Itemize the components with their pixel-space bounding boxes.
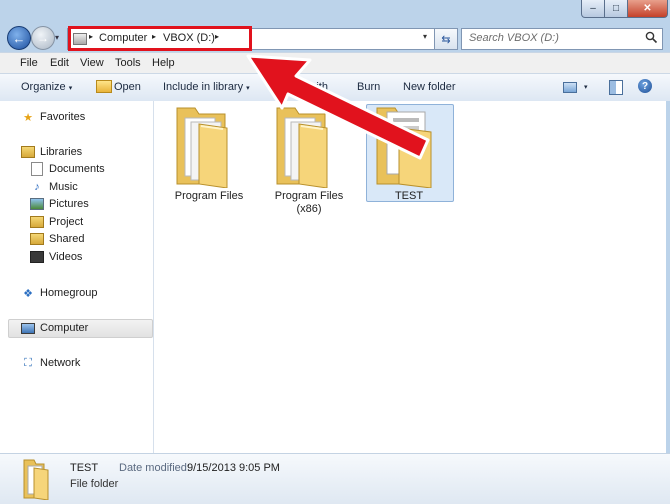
annotation-highlight-box [68, 26, 252, 51]
sidebar-item-label: Pictures [49, 198, 89, 210]
forward-button[interactable]: → [31, 26, 55, 50]
sidebar-item-label: Computer [40, 322, 89, 334]
menu-view[interactable]: View [80, 57, 104, 69]
folder-name: TEST [394, 190, 424, 202]
folder-label: Program Files (x86) [265, 190, 353, 216]
sidebar-item-label: Favorites [40, 111, 86, 123]
sidebar-item-label: Libraries [40, 146, 83, 158]
sidebar-item-label: Network [40, 357, 81, 369]
folder-name: Program Files [174, 190, 244, 202]
sidebar-item-homegroup[interactable]: ❖ Homegroup [21, 285, 97, 301]
sidebar-item-label: Videos [49, 251, 83, 263]
back-arrow-icon: ← [12, 30, 26, 46]
sidebar-item-label: Project [49, 216, 84, 228]
folder-label: TEST [365, 190, 453, 203]
preview-pane-icon[interactable] [609, 80, 623, 95]
sidebar-item-network[interactable]: ⛶ Network [21, 355, 80, 371]
annotation-arrow-icon [246, 54, 430, 160]
chevron-down-icon: ▾ [68, 85, 73, 92]
search-placeholder: Search VBOX (D:) [469, 32, 559, 44]
chevron-down-icon: ▾ [55, 33, 60, 42]
search-box[interactable]: Search VBOX (D:) [461, 28, 663, 50]
menu-edit[interactable]: Edit [50, 57, 69, 69]
details-pane: TEST Date modified: 9/15/2013 9:05 PM Fi… [0, 453, 670, 504]
sidebar-item-project[interactable]: Project [30, 214, 83, 230]
back-button[interactable]: ← [7, 26, 31, 50]
menu-tools[interactable]: Tools [115, 57, 141, 69]
folder-icon [23, 459, 49, 500]
folder-name-line2: (x86) [296, 203, 322, 215]
sidebar-item-videos[interactable]: Videos [30, 249, 82, 265]
computer-icon [21, 321, 35, 335]
sidebar-item-shared[interactable]: Shared [30, 231, 84, 247]
include-in-library-button[interactable]: Include in library ▾ [163, 81, 250, 93]
organize-label: Organize [21, 81, 66, 93]
libraries-icon [21, 145, 35, 159]
videos-icon [30, 250, 44, 264]
sidebar-item-pictures[interactable]: Pictures [30, 196, 89, 212]
sidebar-item-label: Music [49, 181, 78, 193]
homegroup-icon: ❖ [23, 287, 33, 300]
maximize-button[interactable]: □ [604, 0, 628, 18]
sidebar-item-label: Homegroup [40, 287, 98, 299]
details-date-value: 9/15/2013 9:05 PM [187, 462, 280, 474]
details-name: TEST [70, 462, 99, 474]
forward-arrow-icon: → [37, 31, 49, 45]
shared-library-icon [30, 232, 44, 246]
star-icon: ★ [23, 111, 33, 124]
sidebar-item-music[interactable]: ♪ Music [30, 179, 78, 195]
close-icon: ✕ [643, 3, 652, 14]
minimize-icon: – [590, 3, 596, 14]
project-library-icon [30, 215, 44, 229]
open-button[interactable]: Open [114, 81, 141, 93]
maximize-icon: □ [612, 3, 620, 14]
help-icon[interactable]: ? [638, 79, 652, 93]
change-view-icon[interactable] [563, 82, 577, 93]
pictures-icon [30, 197, 44, 211]
search-icon[interactable] [645, 31, 658, 44]
details-type: File folder [70, 478, 119, 490]
sidebar-item-computer[interactable]: Computer [21, 320, 88, 336]
window-border [666, 101, 670, 453]
refresh-icon: ⇆ [441, 33, 451, 46]
organize-button[interactable]: Organize ▾ [21, 81, 72, 93]
menu-help[interactable]: Help [152, 57, 175, 69]
details-date-label: Date modified: [119, 462, 190, 474]
sidebar-item-libraries[interactable]: Libraries [21, 144, 82, 160]
menu-file[interactable]: File [20, 57, 38, 69]
network-icon: ⛶ [24, 356, 32, 369]
navigation-pane: ★ Favorites Libraries Documents ♪ Music … [0, 101, 154, 453]
sidebar-item-label: Shared [49, 233, 85, 245]
recent-pages-button[interactable]: ▾ [55, 33, 65, 43]
sidebar-item-documents[interactable]: Documents [30, 161, 105, 177]
view-options-chevron-icon[interactable]: ▾ [584, 83, 588, 91]
documents-icon [30, 162, 44, 176]
close-button[interactable]: ✕ [627, 0, 668, 18]
sidebar-item-favorites[interactable]: ★ Favorites [21, 109, 85, 125]
include-in-library-label: Include in library [163, 81, 244, 93]
folder-name: Program Files [274, 190, 344, 202]
folder-label: Program Files [165, 190, 253, 203]
sidebar-item-label: Documents [49, 163, 105, 175]
open-folder-icon [96, 80, 112, 93]
music-icon: ♪ [34, 181, 40, 193]
minimize-button[interactable]: – [581, 0, 605, 18]
